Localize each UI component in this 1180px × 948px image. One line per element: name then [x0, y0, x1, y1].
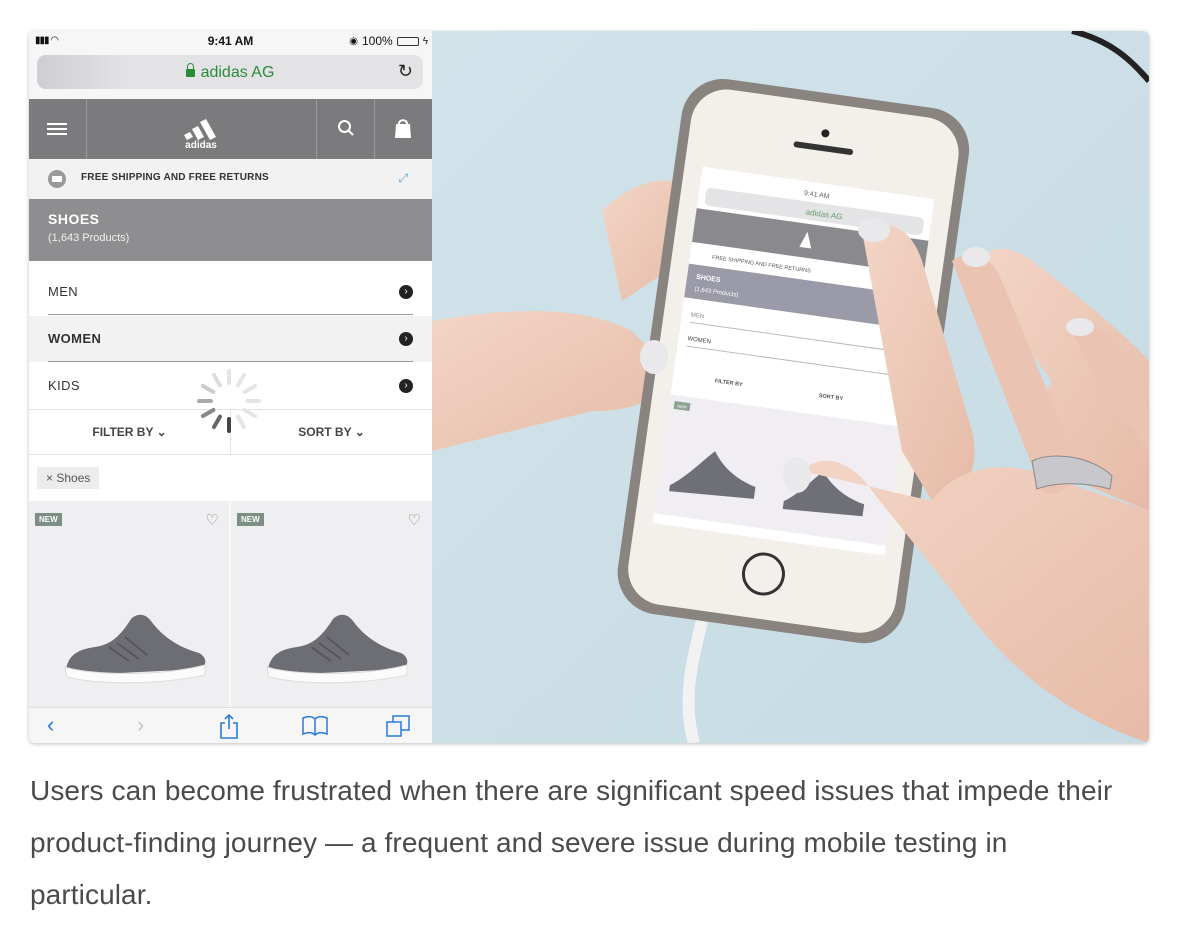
sneaker-image [266, 614, 408, 684]
fingernail [1066, 318, 1094, 336]
loading-spinner-icon [197, 369, 261, 433]
battery-percent: 100% [362, 34, 393, 48]
category-row-men[interactable]: MEN › [29, 269, 432, 315]
cart-button[interactable] [375, 99, 432, 159]
chevron-right-icon: › [399, 285, 413, 299]
expand-icon[interactable]: ⤢ [398, 171, 408, 186]
share-icon[interactable] [219, 713, 239, 739]
shopping-bag-icon [395, 119, 411, 138]
product-count: (1,643 Products) [48, 232, 130, 244]
active-filter-chip[interactable]: × Shoes [37, 467, 100, 489]
tabs-icon[interactable] [386, 715, 410, 737]
url-bar[interactable]: adidas AG ↻ [37, 55, 423, 89]
adidas-logo: adidas [184, 119, 217, 149]
search-button[interactable] [317, 99, 375, 159]
figure-caption: Users can become frustrated when there a… [30, 775, 1113, 910]
fingernail [962, 247, 990, 267]
charging-icon: ϟ [422, 35, 428, 47]
truck-icon [48, 170, 66, 188]
product-tile[interactable]: NEW ♡ [231, 501, 431, 707]
heart-icon[interactable]: ♡ [408, 511, 421, 529]
menu-button[interactable] [29, 99, 87, 159]
fingernail [858, 218, 890, 242]
chip-label: Shoes [56, 471, 91, 485]
bookmarks-icon[interactable] [302, 716, 328, 736]
chevron-right-icon: › [399, 332, 413, 346]
logo-text: adidas [185, 140, 217, 149]
search-icon [338, 120, 354, 136]
url-site: adidas AG [200, 64, 275, 81]
product-tile[interactable]: NEW ♡ [29, 501, 229, 707]
browser-chrome: adidas AG ↻ [29, 51, 432, 100]
figure-card: ▮▮▮ ◠ 9:41 AM ◉ 100% ϟ adidas AG ↻ adida… [29, 31, 1149, 743]
new-badge: NEW [35, 513, 62, 526]
sneaker-image [64, 614, 206, 684]
forward-icon[interactable]: › [137, 712, 144, 738]
chevron-right-icon: › [399, 379, 413, 393]
hamburger-icon [47, 123, 67, 138]
category-row-women[interactable]: WOMEN › [29, 316, 432, 362]
category-header: SHOES (1,643 Products) [29, 199, 432, 261]
user-testing-photo: 9:41 AM adidas AG FREE SHIPPING AND FREE… [432, 31, 1149, 743]
battery-icon [396, 36, 419, 46]
category-label: MEN [48, 284, 79, 299]
close-icon[interactable]: × [46, 471, 53, 485]
site-nav-bar: adidas [29, 99, 432, 159]
shipping-text: FREE SHIPPING AND FREE RETURNS [81, 172, 269, 183]
shipping-banner: FREE SHIPPING AND FREE RETURNS ⤢ [29, 159, 432, 199]
product-grid: NEW ♡ NEW ♡ [29, 501, 432, 707]
category-label: WOMEN [48, 331, 102, 346]
battery-status: ◉ 100% ϟ [349, 34, 428, 48]
fingernail [640, 340, 668, 374]
back-icon[interactable]: ‹ [47, 712, 54, 738]
category-title: SHOES [48, 211, 100, 227]
heart-icon[interactable]: ♡ [206, 511, 219, 529]
reload-icon[interactable]: ↻ [398, 61, 413, 82]
lock-icon [185, 63, 195, 77]
status-bar: ▮▮▮ ◠ 9:41 AM ◉ 100% ϟ [29, 31, 432, 51]
safari-toolbar: ‹ › [29, 707, 432, 743]
new-badge: NEW [237, 513, 264, 526]
mobile-screenshot: ▮▮▮ ◠ 9:41 AM ◉ 100% ϟ adidas AG ↻ adida… [29, 31, 432, 743]
category-label: KIDS [48, 378, 80, 393]
fingernail [783, 457, 811, 493]
logo-cell[interactable]: adidas [87, 99, 317, 159]
alarm-icon: ◉ [349, 35, 358, 47]
